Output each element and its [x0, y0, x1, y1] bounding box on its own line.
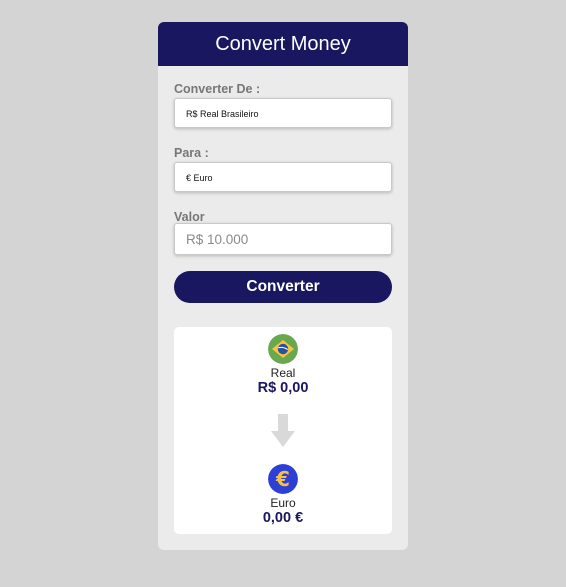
- euro-coin-icon: €: [268, 464, 298, 494]
- source-currency-amount: R$ 0,00: [257, 380, 309, 396]
- from-currency-label: Converter De :: [174, 82, 261, 96]
- brazil-flag-icon: [268, 334, 298, 364]
- convert-button[interactable]: Converter: [174, 271, 392, 303]
- source-currency-name: Real: [270, 366, 296, 380]
- to-currency-select[interactable]: € Euro: [174, 162, 392, 192]
- to-currency-value: € Euro: [186, 173, 213, 183]
- card-header: Convert Money: [158, 22, 408, 66]
- from-currency-value: R$ Real Brasileiro: [186, 109, 259, 119]
- converter-card: Convert Money Converter De : R$ Real Bra…: [158, 22, 408, 550]
- value-label: Valor: [174, 210, 205, 224]
- target-currency-name: Euro: [270, 496, 296, 510]
- target-currency-amount: 0,00 €: [262, 510, 304, 526]
- svg-text:€: €: [275, 467, 290, 491]
- result-panel: Real R$ 0,00 € Euro 0,00 €: [174, 327, 392, 534]
- from-currency-select[interactable]: R$ Real Brasileiro: [174, 98, 392, 128]
- arrow-down-icon: [271, 414, 295, 447]
- to-currency-label: Para :: [174, 146, 209, 160]
- page-title: Convert Money: [215, 32, 351, 55]
- value-input[interactable]: [174, 223, 392, 255]
